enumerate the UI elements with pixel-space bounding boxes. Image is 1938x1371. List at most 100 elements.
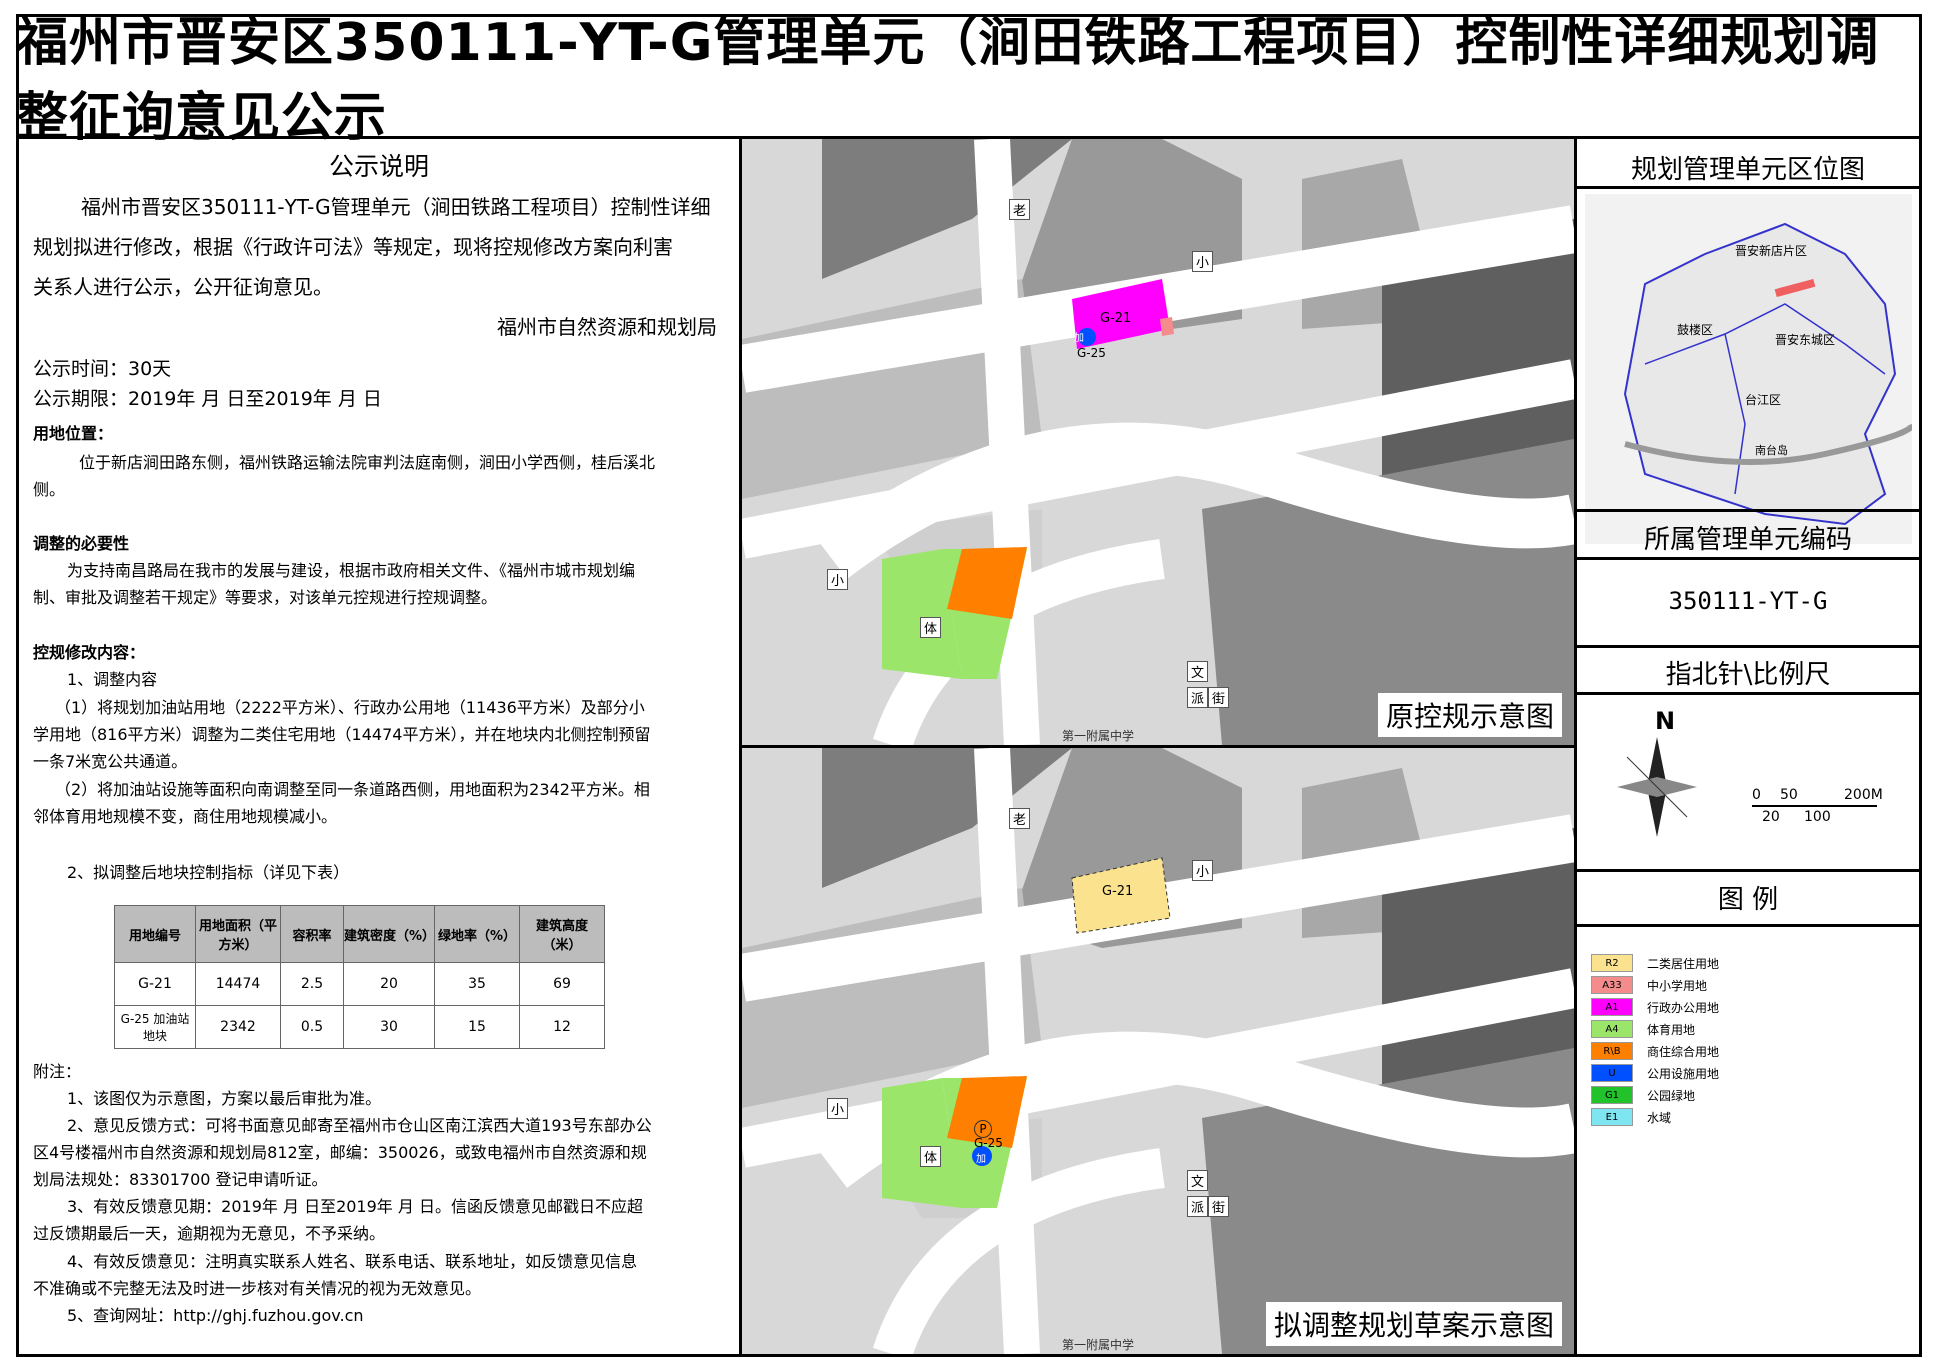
district-label: 晋安新店片区: [1735, 244, 1808, 258]
table-cell: 2.5: [280, 962, 344, 1006]
legend-label: 公园绿地: [1647, 1088, 1696, 1103]
parking-icon: P: [974, 1120, 992, 1138]
page-title: 福州市晋安区350111-YT-G管理单元（涧田铁路工程项目）控制性详细规划调整…: [16, 13, 1922, 148]
divider: [1577, 557, 1919, 560]
legend-item: G1 公园绿地: [1591, 1086, 1695, 1104]
scale-tick: 200M: [1844, 787, 1883, 803]
parcel-g21-label: G-21: [1102, 884, 1134, 899]
legend-label: 二类居住用地: [1647, 956, 1720, 971]
map-symbol-culture: 文: [1187, 1170, 1209, 1191]
table-cell: 20: [343, 962, 435, 1006]
table-cell: 69: [519, 962, 605, 1006]
necessity-title: 调整的必要性: [33, 534, 130, 553]
notice-intro-line2: 规划拟进行修改，根据《行政许可法》等规定，现将控规修改方案向利害: [33, 235, 673, 259]
map-symbol-primary-2: 小: [827, 1098, 849, 1119]
divider: [1577, 645, 1919, 648]
note4b: 不准确或不完整无法及时进一步核对有关情况的视为无效意见。: [33, 1279, 482, 1298]
notice-intro-line3: 关系人进行公示，公开征询意见。: [33, 275, 333, 299]
item1-text5: 邻体育用地规模不变，商住用地规模减小。: [33, 807, 338, 826]
parcel-g21-label: G-21: [1100, 311, 1132, 326]
legend-label: 中小学用地: [1647, 978, 1708, 993]
table-cell: 15: [434, 1005, 520, 1049]
item2-title: 2、拟调整后地块控制指标（详见下表）: [67, 863, 350, 882]
code-title: 所属管理单元编码: [1643, 525, 1852, 555]
notice-panel: 公示说明 福州市晋安区350111-YT-G管理单元（涧田铁路工程项目）控制性详…: [19, 139, 742, 1354]
legend-item: A33 中小学用地: [1591, 976, 1707, 994]
location-map: 晋安新店片区 鼓楼区 晋安东城区 台江区 南台岛: [1585, 194, 1915, 544]
table-cell: 35: [434, 962, 520, 1006]
notice-intro-line1: 福州市晋安区350111-YT-G管理单元（涧田铁路工程项目）控制性详细: [81, 195, 711, 219]
map-symbol-culture: 文: [1187, 661, 1209, 682]
district-label: 晋安东城区: [1775, 333, 1836, 347]
note-title: 附注：: [33, 1062, 82, 1081]
legend-label: 公用设施用地: [1647, 1066, 1720, 1081]
item1-text4: （2）将加油站设施等面积向南调整至同一条道路西侧，用地面积为2342平方米。相: [55, 780, 650, 799]
table-header-cell: 用地面积（平方米）: [195, 905, 281, 963]
legend-item: E1 水域: [1591, 1108, 1671, 1126]
proposed-plan-map: G-21 G-25 老 小 小 体 P 加 文 派 街 第一附属中学 拟调整规划…: [742, 748, 1574, 1354]
gas-station-icon: 加: [976, 1154, 986, 1165]
legend-swatch: A4: [1591, 1020, 1633, 1038]
note2a: 2、意见反馈方式：可将书面意见邮寄至福州市仓山区南江滨西大道193号东部办公: [67, 1116, 652, 1135]
necessity-text2: 制、审批及调整若干规定》等要求，对该单元控规进行控规调整。: [33, 588, 498, 607]
compass-title: 指北针\比例尺: [1665, 660, 1831, 690]
north-label: N: [1655, 707, 1676, 735]
north-arrow-icon: N: [1617, 707, 1717, 857]
divider: [1577, 692, 1919, 695]
legend-label: 体育用地: [1647, 1022, 1696, 1037]
divider: [1577, 869, 1919, 872]
table-header-cell: 建筑密度（%）: [343, 905, 435, 963]
map-symbol-old: 老: [1009, 199, 1031, 220]
note3b: 过反馈期最后一天，逾期视为无意见，不予采纳。: [33, 1224, 386, 1243]
notice-issuer: 福州市自然资源和规划局: [497, 315, 717, 339]
note1: 1、该图仅为示意图，方案以最后审批为准。: [67, 1089, 382, 1108]
note5: 5、查询网址：http://ghj.fuzhou.gov.cn: [67, 1306, 364, 1325]
scale-tick: 50: [1780, 787, 1798, 803]
table-header-cell: 用地编号: [114, 905, 196, 963]
map-symbol-street: 街: [1208, 687, 1230, 708]
proposed-plan-map-drawing: [742, 748, 1574, 1354]
location-map-title: 规划管理单元区位图: [1630, 155, 1865, 185]
legend-swatch: R2: [1591, 954, 1633, 972]
district-label: 鼓楼区: [1677, 323, 1714, 337]
map-symbol-police: 派: [1187, 1196, 1209, 1217]
original-plan-label: 原控规示意图: [1377, 693, 1562, 737]
note4a: 4、有效反馈意见：注明真实联系人姓名、联系电话、联系地址，如反馈意见信息: [67, 1252, 638, 1271]
location-title: 用地位置：: [33, 424, 114, 443]
legend-swatch: R\B: [1591, 1042, 1633, 1060]
item1-text3: 一条7米宽公共通道。: [33, 752, 188, 771]
divider: [1577, 186, 1919, 189]
legend-label: 行政办公用地: [1647, 1000, 1720, 1015]
table-cell: 2342: [195, 1005, 281, 1049]
divider: [1577, 509, 1919, 512]
school-name-label: 第一附属中学: [1062, 729, 1135, 743]
table-header-row: 用地编号 用地面积（平方米） 容积率 建筑密度（%） 绿地率（%） 建筑高度（米…: [114, 905, 605, 963]
legend-swatch: G1: [1591, 1086, 1633, 1104]
legend-swatch: E1: [1591, 1108, 1633, 1126]
table-row: G-25 加油站地块 2342 0.5 30 15 12: [114, 1005, 605, 1049]
legend-label: 商住综合用地: [1647, 1044, 1720, 1059]
note2b: 区4号楼福州市自然资源和规划局812室，邮编：350026，或致电福州市自然资源…: [33, 1143, 647, 1162]
school-name-label: 第一附属中学: [1062, 1338, 1135, 1352]
table-cell: 30: [343, 1005, 435, 1049]
scale-line: [1752, 805, 1877, 807]
info-panel: 规划管理单元区位图 晋安新店片区 鼓楼区 晋安东城区 台江区 南台岛 所属管理单…: [1574, 139, 1919, 1354]
legend-item: A4 体育用地: [1591, 1020, 1695, 1038]
legend-item: A1 行政办公用地: [1591, 998, 1719, 1016]
district-label: 南台岛: [1755, 444, 1788, 457]
map-symbol-old: 老: [1009, 808, 1031, 829]
legend-swatch: A1: [1591, 998, 1633, 1016]
scale-tick: 100: [1804, 809, 1831, 825]
proposed-plan-label: 拟调整规划草案示意图: [1265, 1302, 1562, 1346]
legend-label: 水域: [1647, 1110, 1672, 1125]
notice-period: 公示期限：2019年 月 日至2019年 月 日: [33, 388, 382, 410]
parcel-g25-label: G-25: [974, 1136, 1003, 1150]
parcel-g25-label: G-25: [1077, 346, 1106, 360]
original-plan-map-drawing: [742, 139, 1574, 745]
unit-code: 350111-YT-G: [1668, 587, 1828, 615]
legend-swatch: A33: [1591, 976, 1633, 994]
note3a: 3、有效反馈意见期：2019年 月 日至2019年 月 日。信函反馈意见邮戳日不…: [67, 1197, 643, 1216]
legend-title: 图 例: [1717, 885, 1779, 915]
table-header-cell: 绿地率（%）: [434, 905, 520, 963]
notice-heading: 公示说明: [328, 152, 429, 181]
